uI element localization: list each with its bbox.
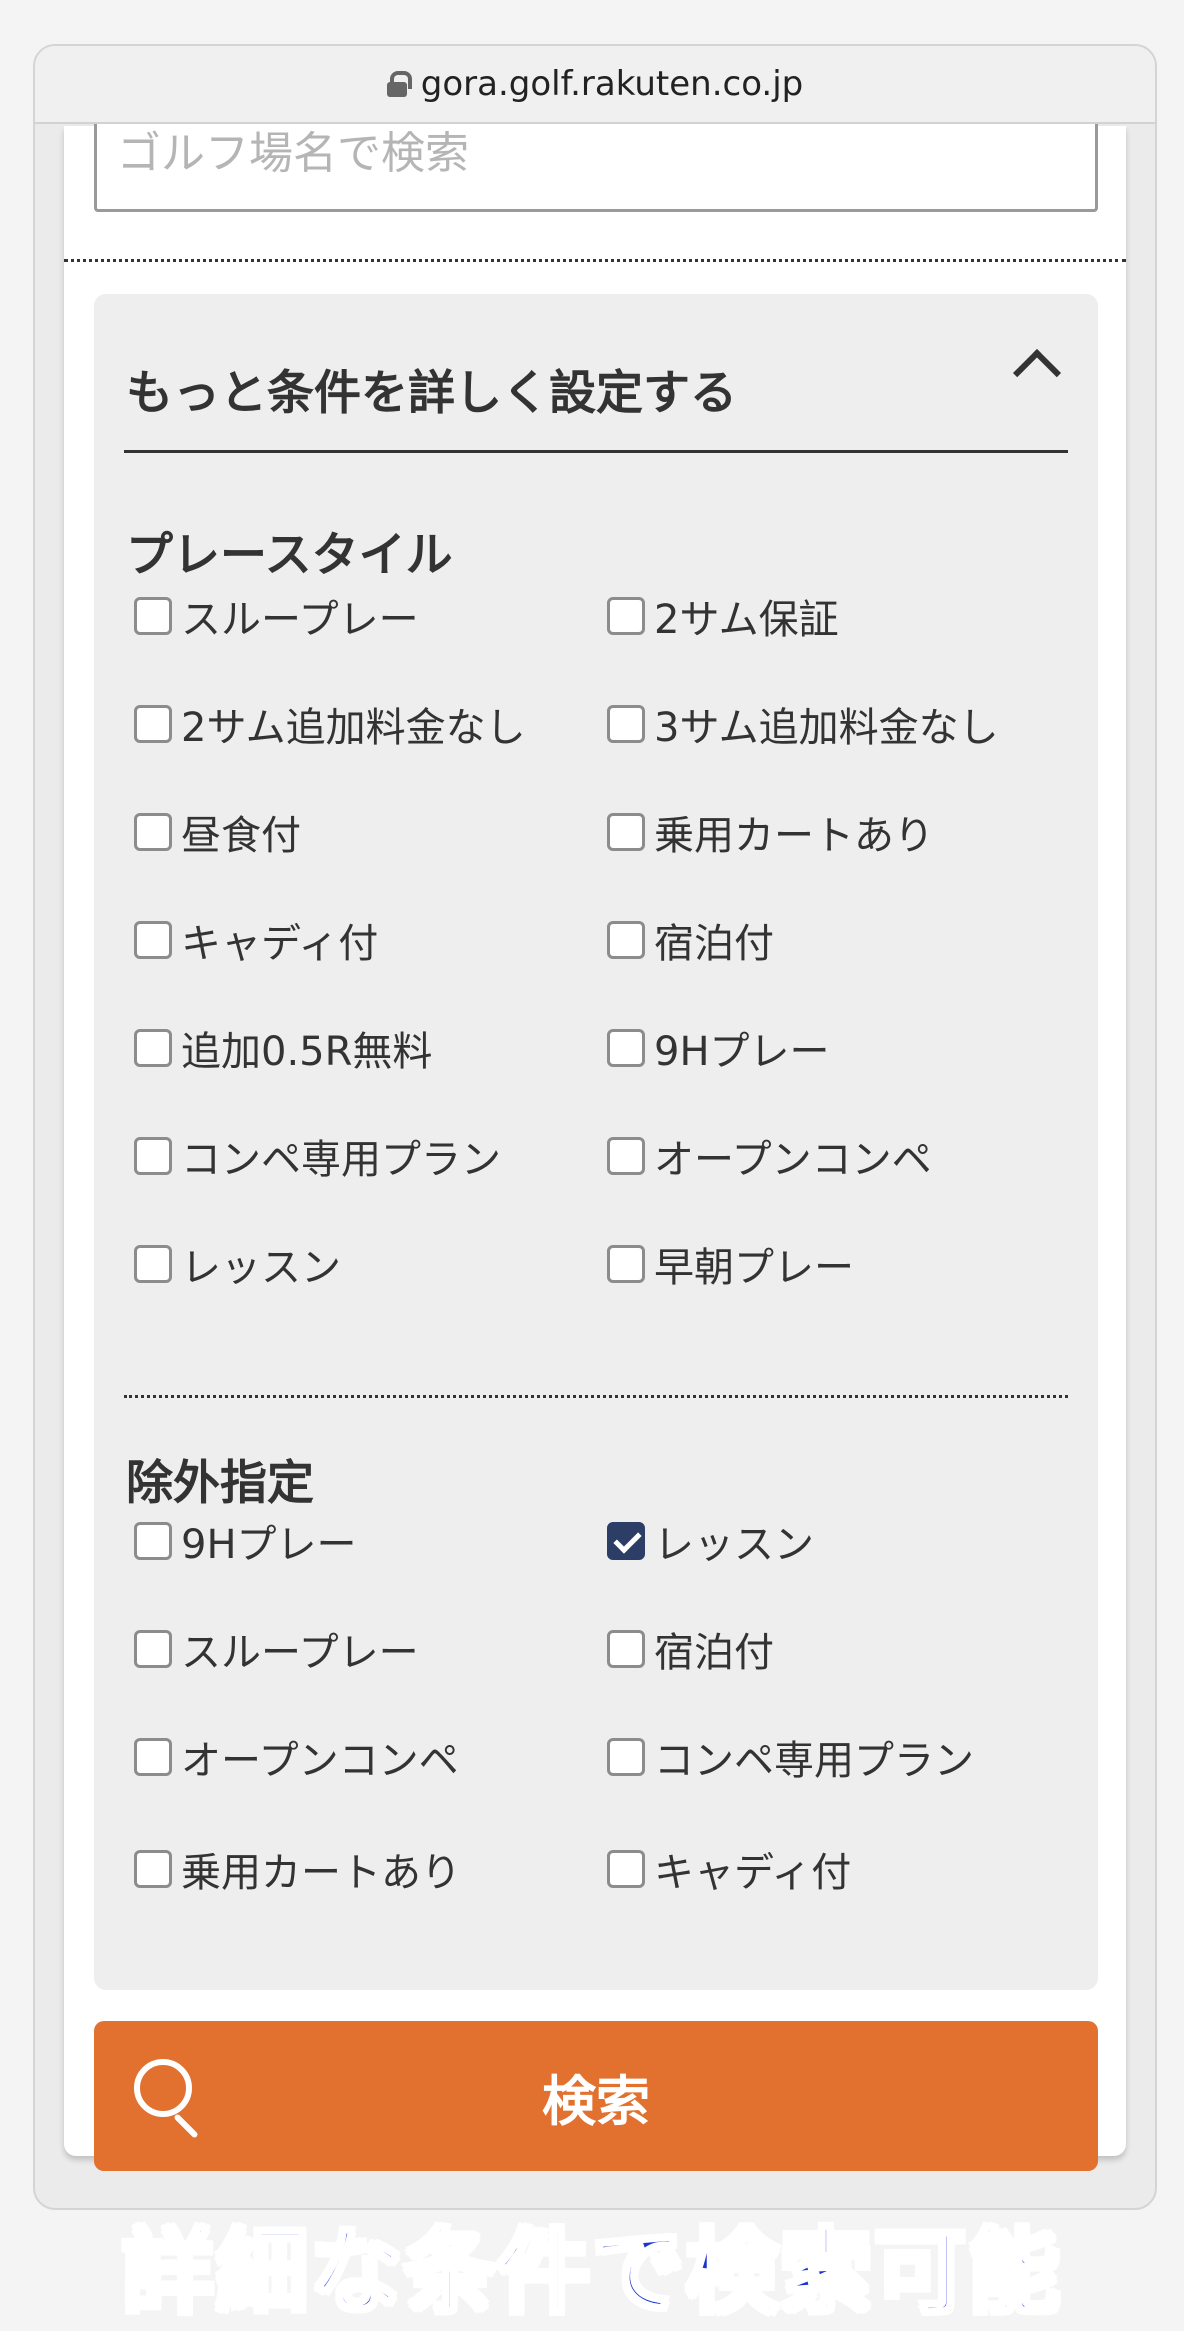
checkbox[interactable]	[134, 1630, 172, 1668]
checkbox[interactable]	[607, 597, 645, 635]
option-play-style[interactable]: 宿泊付	[607, 910, 774, 970]
option-label: スループレー	[181, 597, 419, 643]
option-exclusion[interactable]: スループレー	[134, 1619, 419, 1679]
accordion-title[interactable]: もっと条件を詳しく設定する	[126, 354, 737, 423]
search-card: ゴルフ場名で検索 もっと条件を詳しく設定する プレースタイル スループレー 2サ…	[64, 106, 1126, 2171]
url-text: gora.golf.rakuten.co.jp	[420, 64, 804, 104]
section-title-exclusions: 除外指定	[126, 1456, 314, 1511]
checkbox[interactable]	[134, 705, 172, 743]
promo-caption: 詳細な条件で検索可能	[120, 2217, 1062, 2328]
option-label: コンペ専用プラン	[181, 1137, 501, 1183]
checkbox[interactable]	[607, 1850, 645, 1888]
option-label: キャディ付	[654, 1850, 852, 1896]
checkbox[interactable]	[134, 921, 172, 959]
checkbox[interactable]	[607, 1738, 645, 1776]
checkbox-checked[interactable]	[607, 1522, 645, 1560]
option-play-style[interactable]: 早朝プレー	[607, 1234, 854, 1294]
option-exclusion[interactable]: 9Hプレー	[134, 1511, 357, 1571]
option-label: 乗用カートあり	[654, 813, 934, 859]
checkbox[interactable]	[607, 1029, 645, 1067]
option-play-style[interactable]: 2サム保証	[607, 586, 839, 646]
option-exclusion[interactable]: オープンコンペ	[134, 1727, 459, 1787]
search-button[interactable]: 検索	[94, 2021, 1098, 2171]
option-play-style[interactable]: オープンコンペ	[607, 1126, 932, 1186]
option-play-style[interactable]: スループレー	[134, 586, 419, 646]
checkbox[interactable]	[134, 1137, 172, 1175]
option-play-style[interactable]: 2サム追加料金なし	[134, 694, 526, 754]
checkbox[interactable]	[607, 705, 645, 743]
search-button-label: 検索	[542, 2069, 650, 2133]
checkbox[interactable]	[607, 1630, 645, 1668]
option-label: 2サム追加料金なし	[181, 705, 526, 751]
checkbox[interactable]	[134, 1850, 172, 1888]
lock-icon	[386, 71, 412, 97]
checkbox[interactable]	[134, 1522, 172, 1560]
option-exclusion[interactable]: 乗用カートあり	[134, 1839, 461, 1899]
option-label: オープンコンペ	[181, 1738, 459, 1784]
option-label: 宿泊付	[654, 1630, 774, 1676]
option-exclusion[interactable]: レッスン	[607, 1511, 814, 1571]
option-play-style[interactable]: 追加0.5R無料	[134, 1018, 432, 1078]
advanced-conditions-panel: もっと条件を詳しく設定する プレースタイル スループレー 2サム保証 2サム追加…	[94, 294, 1098, 1990]
option-play-style[interactable]: 乗用カートあり	[607, 802, 934, 862]
option-label: コンペ専用プラン	[654, 1738, 974, 1784]
option-label: 昼食付	[181, 813, 301, 859]
phone-frame: gora.golf.rakuten.co.jp ゴルフ場名で検索 もっと条件を詳…	[33, 44, 1157, 2210]
option-play-style[interactable]: 9Hプレー	[607, 1018, 830, 1078]
checkbox[interactable]	[134, 1738, 172, 1776]
option-exclusion[interactable]: キャディ付	[607, 1839, 851, 1899]
checkbox[interactable]	[134, 1029, 172, 1067]
option-label: 9Hプレー	[181, 1522, 357, 1568]
option-play-style[interactable]: レッスン	[134, 1234, 341, 1294]
option-play-style[interactable]: キャディ付	[134, 910, 378, 970]
divider	[64, 259, 1126, 262]
address-bar[interactable]: gora.golf.rakuten.co.jp	[35, 46, 1155, 124]
checkbox[interactable]	[134, 1245, 172, 1283]
option-label: キャディ付	[181, 921, 379, 967]
option-exclusion[interactable]: コンペ専用プラン	[607, 1727, 974, 1787]
option-label: レッスン	[181, 1245, 341, 1291]
option-play-style[interactable]: 昼食付	[134, 802, 301, 862]
option-label: 追加0.5R無料	[181, 1029, 433, 1075]
option-label: オープンコンペ	[654, 1137, 932, 1183]
option-label: レッスン	[654, 1522, 814, 1568]
option-label: 2サム保証	[654, 597, 839, 643]
accordion-divider	[124, 450, 1068, 453]
checkbox[interactable]	[607, 921, 645, 959]
option-label: 乗用カートあり	[181, 1850, 461, 1896]
option-label: 3サム追加料金なし	[654, 705, 999, 751]
checkbox[interactable]	[134, 597, 172, 635]
checkbox[interactable]	[607, 1137, 645, 1175]
section-title-play-style: プレースタイル	[126, 528, 453, 583]
chevron-up-icon[interactable]	[1012, 348, 1062, 398]
option-label: スループレー	[181, 1630, 419, 1676]
search-icon	[134, 2059, 204, 2139]
checkbox[interactable]	[607, 813, 645, 851]
option-play-style[interactable]: 3サム追加料金なし	[607, 694, 999, 754]
checkbox[interactable]	[607, 1245, 645, 1283]
checkbox[interactable]	[134, 813, 172, 851]
section-divider	[124, 1395, 1068, 1398]
option-label: 宿泊付	[654, 921, 774, 967]
option-play-style[interactable]: コンペ専用プラン	[134, 1126, 501, 1186]
option-label: 早朝プレー	[654, 1245, 854, 1291]
option-label: 9Hプレー	[654, 1029, 830, 1075]
option-exclusion[interactable]: 宿泊付	[607, 1619, 774, 1679]
